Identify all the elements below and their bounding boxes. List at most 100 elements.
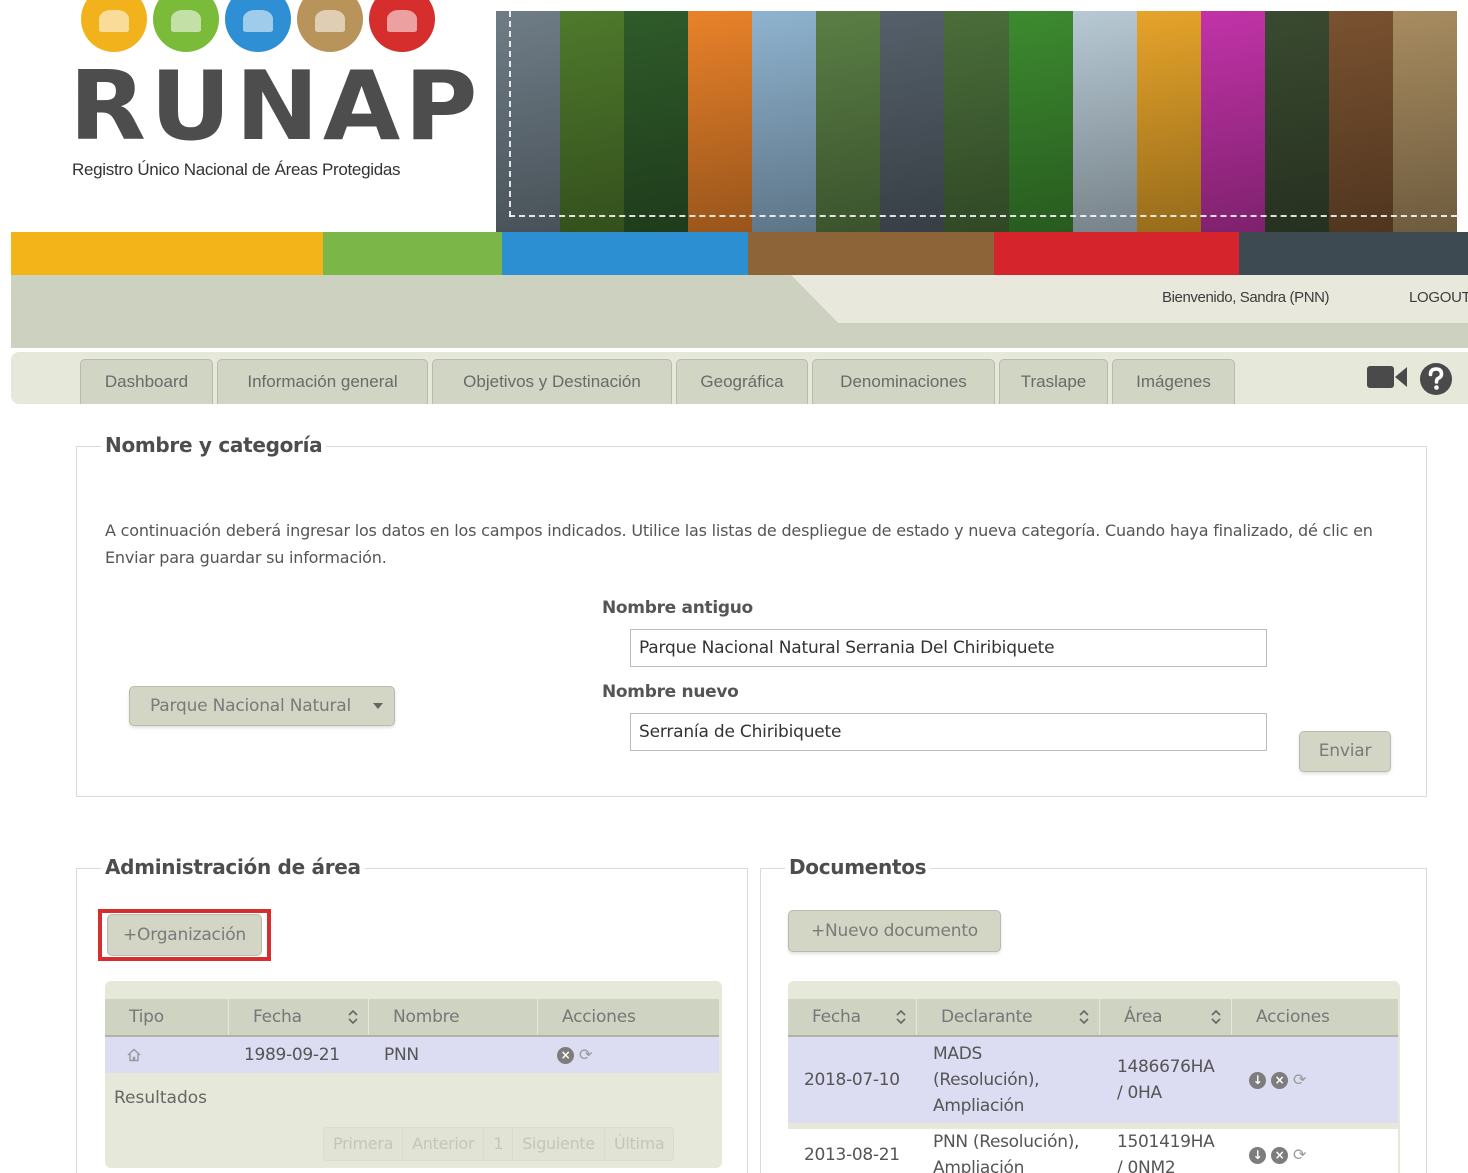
table-row[interactable]: 2013-08-21 PNN (Resolución), Ampliación … bbox=[788, 1129, 1398, 1173]
area-line: / 0HA bbox=[1117, 1083, 1162, 1103]
user-bar: Bienvenido, Sandra (PNN) LOGOUT bbox=[11, 275, 1468, 348]
caret-down-icon bbox=[373, 703, 383, 709]
administracion-table: Tipo Fecha Nombre Acciones 1989-09-21 PN… bbox=[105, 981, 722, 1168]
pager-page[interactable]: 1 bbox=[483, 1127, 514, 1161]
row-fecha: 2018-07-10 bbox=[804, 1070, 900, 1090]
row-actions: ↓ × ⟳ bbox=[1232, 1129, 1398, 1173]
pager-prev[interactable]: Anterior bbox=[402, 1127, 485, 1161]
column-header-declarante[interactable]: Declarante bbox=[917, 999, 1100, 1035]
banner-photo-strip bbox=[880, 11, 945, 232]
row-actions: × ⟳ bbox=[538, 1037, 719, 1073]
logo-emblem-icon bbox=[81, 0, 147, 52]
row-actions: ↓ × ⟳ bbox=[1232, 1067, 1398, 1093]
banner-photo-strip bbox=[1072, 11, 1137, 232]
column-header-acciones: Acciones bbox=[1232, 999, 1398, 1035]
color-bar-segment bbox=[1239, 232, 1468, 275]
column-header-acciones: Acciones bbox=[538, 999, 719, 1035]
column-label: Área bbox=[1124, 1007, 1163, 1027]
banner-photo-strip bbox=[944, 11, 1009, 232]
banner-photo-strip bbox=[1328, 11, 1393, 232]
download-icon[interactable]: ↓ bbox=[1249, 1071, 1266, 1089]
instructions-text: A continuación deberá ingresar los datos… bbox=[105, 521, 1373, 567]
table-row[interactable]: 2018-07-10 MADS (Resolución), Ampliación… bbox=[788, 1037, 1398, 1123]
table-header: Tipo Fecha Nombre Acciones bbox=[105, 999, 719, 1037]
logo-emblems bbox=[73, 0, 443, 58]
brand-color-bar bbox=[11, 232, 1468, 275]
old-name-field[interactable]: Parque Nacional Natural Serrania Del Chi… bbox=[630, 629, 1267, 667]
color-bar-segment bbox=[748, 232, 994, 275]
tab-informacion-general[interactable]: Información general bbox=[217, 359, 428, 404]
results-label: Resultados bbox=[114, 1088, 207, 1108]
banner-photo-strip bbox=[816, 11, 881, 232]
logo-wordmark[interactable]: RUNAP bbox=[69, 59, 482, 154]
row-area: 1501419HA / 0NM2 bbox=[1100, 1129, 1232, 1173]
declarante-line: PNN (Resolución), bbox=[933, 1132, 1080, 1152]
banner-photo-strip bbox=[496, 11, 561, 232]
tab-imagenes[interactable]: Imágenes bbox=[1112, 359, 1235, 404]
refresh-icon[interactable]: ⟳ bbox=[1293, 1067, 1306, 1093]
refresh-icon[interactable]: ⟳ bbox=[1293, 1142, 1306, 1168]
welcome-message: Bienvenido, Sandra (PNN) bbox=[1162, 289, 1330, 306]
download-icon[interactable]: ↓ bbox=[1249, 1146, 1266, 1164]
tab-dashboard[interactable]: Dashboard bbox=[80, 359, 213, 404]
delete-icon[interactable]: × bbox=[1271, 1071, 1288, 1089]
color-bar-segment bbox=[502, 232, 748, 275]
question-circle-icon[interactable] bbox=[1419, 362, 1453, 396]
declarante-line: Ampliación bbox=[933, 1096, 1025, 1116]
declarante-line: MADS bbox=[933, 1044, 982, 1064]
refresh-icon[interactable]: ⟳ bbox=[579, 1037, 592, 1073]
pagination: Primera Anterior 1 Siguiente Última bbox=[323, 1127, 675, 1161]
video-camera-icon[interactable] bbox=[1367, 364, 1407, 390]
delete-icon[interactable]: × bbox=[1271, 1146, 1288, 1164]
column-header-fecha[interactable]: Fecha bbox=[229, 999, 369, 1035]
sort-icon bbox=[1211, 1010, 1221, 1024]
row-nombre: PNN bbox=[384, 1045, 419, 1065]
declarante-line: Ampliación bbox=[933, 1158, 1025, 1173]
row-declarante: MADS (Resolución), Ampliación bbox=[917, 1041, 1100, 1119]
column-header-tipo[interactable]: Tipo bbox=[105, 999, 229, 1035]
tab-traslape[interactable]: Traslape bbox=[999, 359, 1108, 404]
tab-geografica[interactable]: Geográfica bbox=[676, 359, 808, 404]
documentos-panel: Documentos +Nuevo documento Fecha Declar… bbox=[760, 855, 1427, 1173]
banner-dashed-border bbox=[509, 215, 1457, 217]
submit-button[interactable]: Enviar bbox=[1299, 731, 1391, 772]
pager-next[interactable]: Siguiente bbox=[512, 1127, 605, 1161]
add-organization-button[interactable]: +Organización bbox=[107, 914, 262, 956]
tab-denominaciones[interactable]: Denominaciones bbox=[812, 359, 995, 404]
sort-icon bbox=[896, 1010, 906, 1024]
column-label: Fecha bbox=[812, 1007, 861, 1027]
sort-icon bbox=[1079, 1010, 1089, 1024]
administracion-title: Administración de área bbox=[101, 855, 365, 879]
column-header-fecha[interactable]: Fecha bbox=[788, 999, 917, 1035]
banner-photo-strip bbox=[688, 11, 753, 232]
area-line: / 0NM2 bbox=[1117, 1158, 1176, 1173]
column-header-area[interactable]: Área bbox=[1100, 999, 1232, 1035]
old-name-label: Nombre antiguo bbox=[602, 598, 753, 618]
delete-icon[interactable]: × bbox=[557, 1046, 574, 1064]
main-nav: Dashboard Información general Objetivos … bbox=[11, 352, 1468, 404]
sort-icon bbox=[348, 1010, 358, 1024]
banner-photo-strip bbox=[1392, 11, 1457, 232]
header-banner-image bbox=[496, 11, 1457, 232]
declarante-line: (Resolución), bbox=[933, 1070, 1040, 1090]
new-name-field[interactable]: Serranía de Chiribiquete bbox=[630, 713, 1267, 751]
nombre-categoria-panel: Nombre y categoría A continuación deberá… bbox=[76, 433, 1427, 797]
category-select[interactable]: Parque Nacional Natural bbox=[129, 686, 395, 726]
documentos-table: Fecha Declarante Área Acciones 2018-07-1… bbox=[788, 981, 1400, 1173]
column-header-nombre[interactable]: Nombre bbox=[369, 999, 538, 1035]
table-row[interactable]: 1989-09-21 PNN × ⟳ bbox=[105, 1037, 719, 1073]
category-select-value: Parque Nacional Natural bbox=[150, 696, 352, 716]
row-fecha: 1989-09-21 bbox=[244, 1045, 340, 1065]
new-name-label: Nombre nuevo bbox=[602, 682, 739, 702]
column-label: Tipo bbox=[129, 1007, 164, 1027]
banner-photo-strip bbox=[752, 11, 817, 232]
logout-link[interactable]: LOGOUT bbox=[1409, 289, 1468, 306]
pager-last[interactable]: Última bbox=[603, 1127, 675, 1161]
row-fecha: 2013-08-21 bbox=[804, 1145, 900, 1165]
tab-objetivos[interactable]: Objetivos y Destinación bbox=[432, 359, 672, 404]
table-header: Fecha Declarante Área Acciones bbox=[788, 999, 1398, 1037]
color-bar-segment bbox=[11, 232, 323, 275]
add-document-button[interactable]: +Nuevo documento bbox=[788, 910, 1001, 952]
pager-first[interactable]: Primera bbox=[323, 1127, 404, 1161]
banner-photo-strip bbox=[624, 11, 689, 232]
